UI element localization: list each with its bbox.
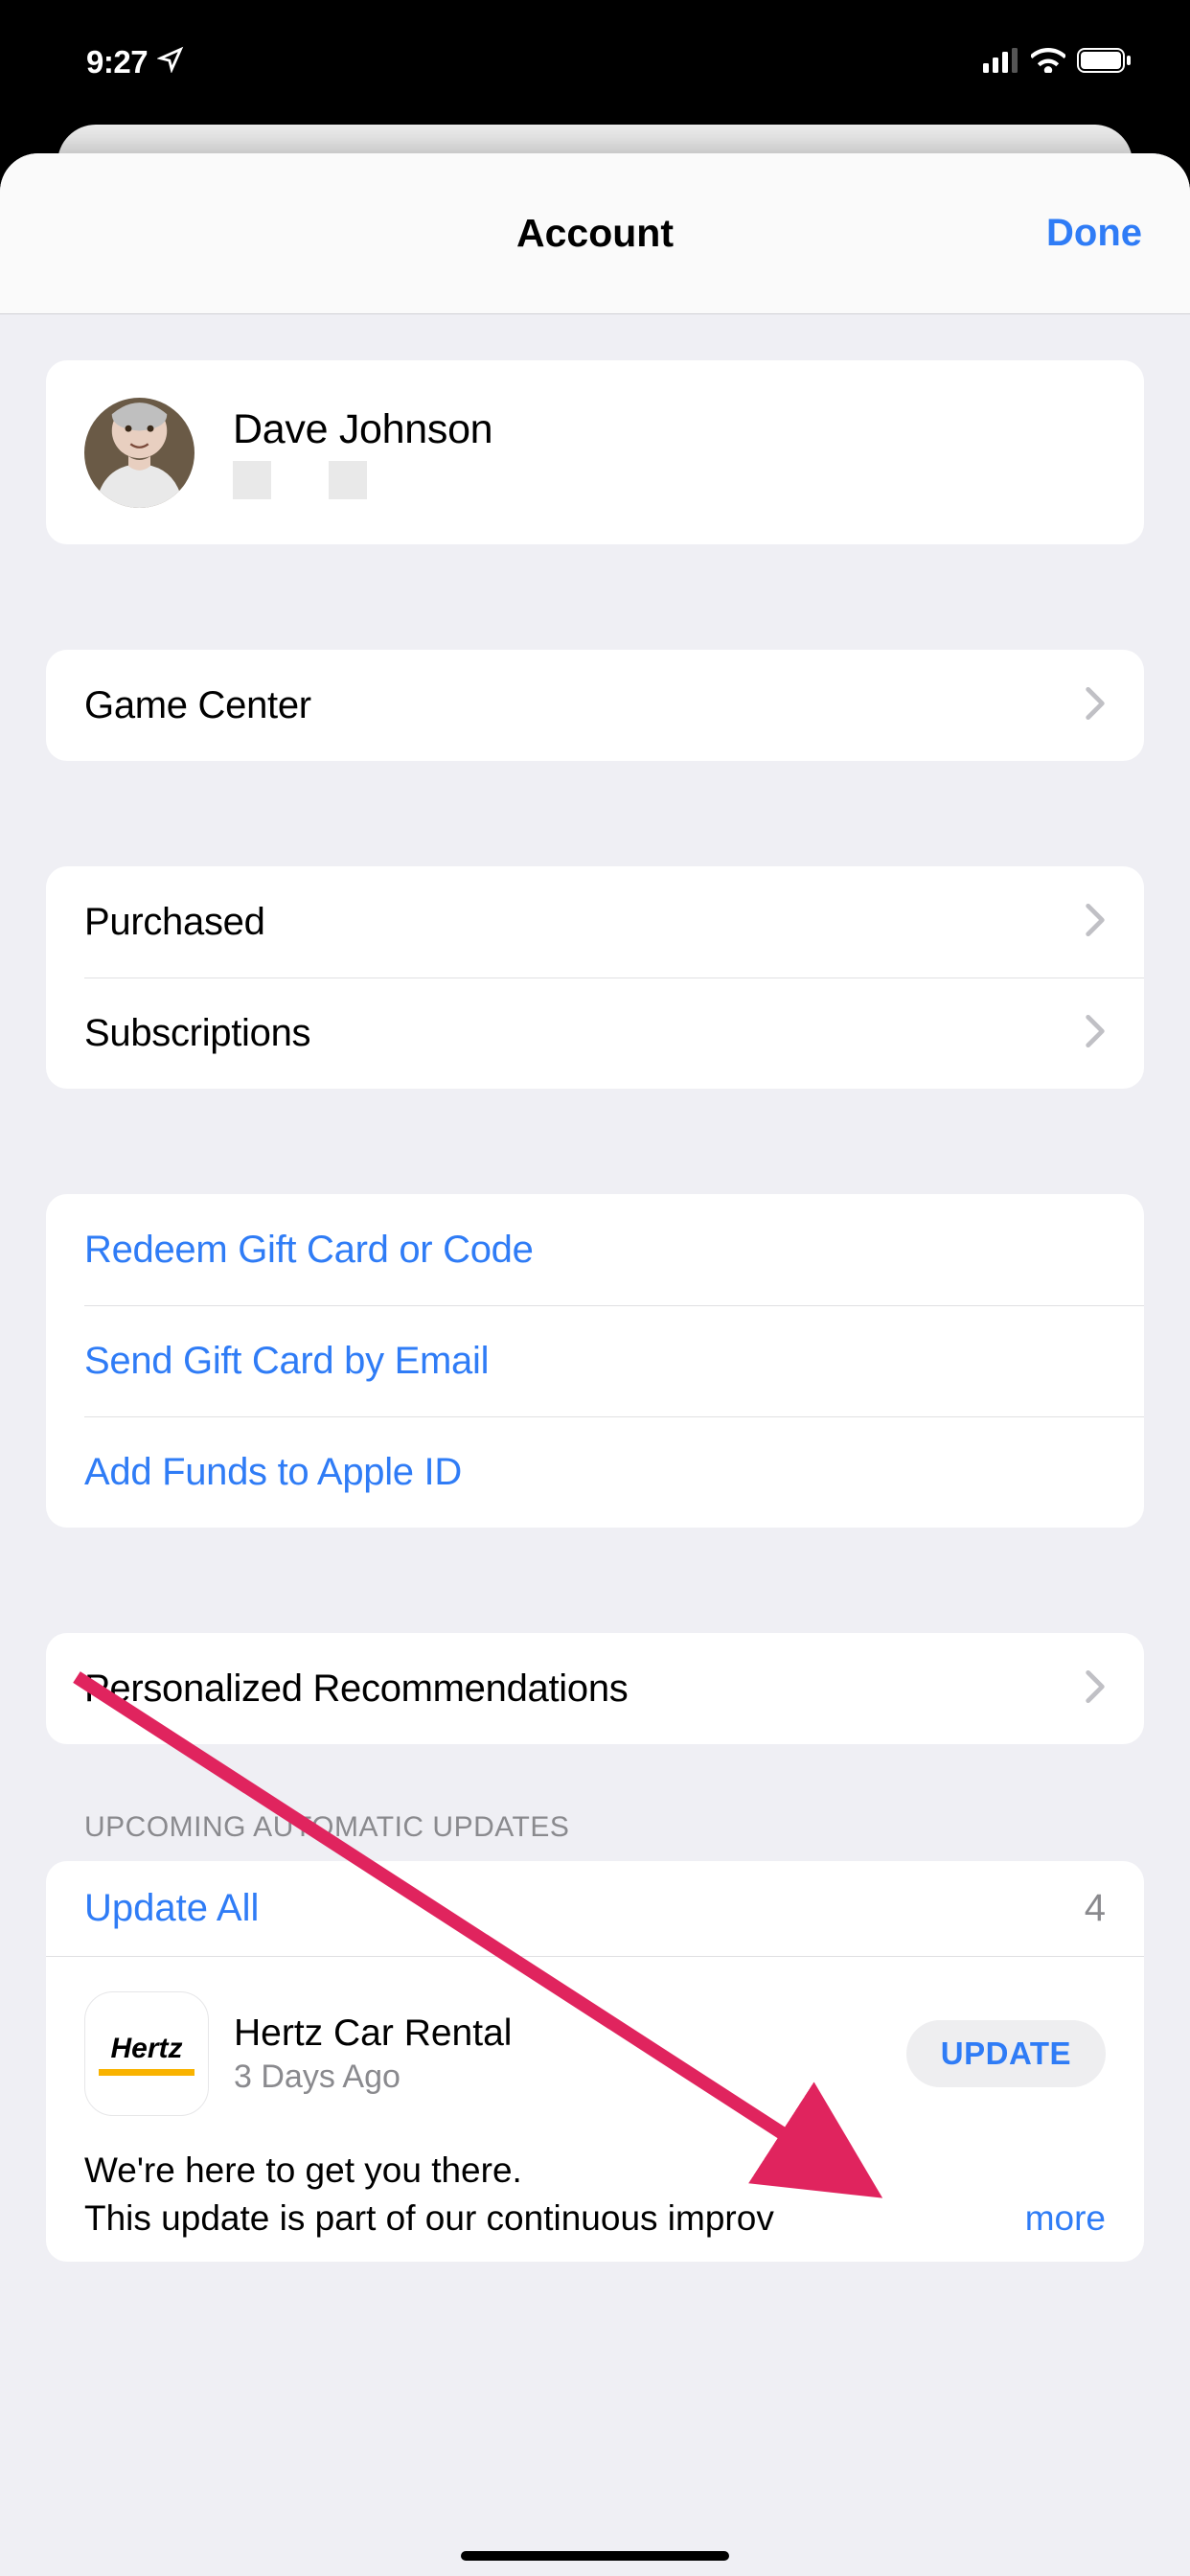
cell-label: Purchased: [84, 901, 265, 944]
profile-cell[interactable]: Dave Johnson: [46, 360, 1144, 544]
wifi-icon: [1031, 48, 1065, 78]
profile-group: Dave Johnson: [46, 360, 1144, 544]
cell-label: Send Gift Card by Email: [84, 1340, 489, 1383]
send-gift-cell[interactable]: Send Gift Card by Email: [46, 1305, 1144, 1416]
game-center-cell[interactable]: Game Center: [46, 650, 1144, 761]
update-header-row: Update All 4: [46, 1861, 1144, 1957]
home-indicator[interactable]: [461, 2551, 729, 2561]
update-meta: Hertz Car Rental 3 Days Ago: [234, 2012, 881, 2096]
account-sheet: Account Done: [0, 153, 1190, 2576]
navbar: Account Done: [0, 153, 1190, 314]
update-count: 4: [1085, 1887, 1106, 1930]
chevron-right-icon: [1085, 1013, 1106, 1054]
app-icon-text: Hertz: [110, 2033, 182, 2065]
update-all-button[interactable]: Update All: [84, 1887, 259, 1930]
cell-label: Game Center: [84, 684, 311, 727]
profile-sub-redacted: [233, 461, 492, 499]
chevron-right-icon: [1085, 902, 1106, 943]
app-icon-underline: [99, 2069, 195, 2076]
cell-label: Redeem Gift Card or Code: [84, 1229, 534, 1272]
avatar: [84, 398, 195, 508]
status-time-text: 9:27: [86, 44, 148, 80]
personalized-group: Personalized Recommendations: [46, 1633, 1144, 1744]
purchases-group: Purchased Subscriptions: [46, 866, 1144, 1089]
status-bar: 9:27: [0, 0, 1190, 125]
chevron-right-icon: [1085, 1668, 1106, 1710]
updates-section-header: UPCOMING AUTOMATIC UPDATES: [84, 1811, 1106, 1844]
redeem-cell[interactable]: Redeem Gift Card or Code: [46, 1194, 1144, 1305]
chevron-right-icon: [1085, 685, 1106, 726]
update-button[interactable]: UPDATE: [906, 2020, 1106, 2087]
add-funds-cell[interactable]: Add Funds to Apple ID: [46, 1416, 1144, 1528]
update-item[interactable]: Hertz Hertz Car Rental 3 Days Ago UPDATE: [46, 1957, 1144, 2126]
status-time: 9:27: [86, 44, 184, 80]
more-button[interactable]: more: [1014, 2195, 1106, 2242]
status-right: [983, 48, 1133, 78]
cell-label: Add Funds to Apple ID: [84, 1451, 462, 1494]
personalized-cell[interactable]: Personalized Recommendations: [46, 1633, 1144, 1744]
app-icon: Hertz: [84, 1991, 209, 2116]
cell-label: Personalized Recommendations: [84, 1668, 628, 1711]
subscriptions-cell[interactable]: Subscriptions: [46, 978, 1144, 1089]
gift-funds-group: Redeem Gift Card or Code Send Gift Card …: [46, 1194, 1144, 1528]
app-age: 3 Days Ago: [234, 2058, 881, 2096]
cellular-icon: [983, 48, 1019, 78]
done-button[interactable]: Done: [1046, 212, 1142, 255]
update-notes: We're here to get you there. This update…: [46, 2126, 1144, 2262]
game-center-group: Game Center: [46, 650, 1144, 761]
purchased-cell[interactable]: Purchased: [46, 866, 1144, 978]
location-icon: [157, 44, 184, 80]
page-title: Account: [0, 211, 1190, 256]
content-scroll[interactable]: Dave Johnson Game Center Purchased: [0, 314, 1190, 2576]
battery-icon: [1077, 48, 1133, 78]
notes-line2: This update is part of our continuous im…: [84, 2195, 1014, 2242]
notes-line1: We're here to get you there.: [84, 2147, 1106, 2195]
app-name: Hertz Car Rental: [234, 2012, 881, 2055]
profile-name: Dave Johnson: [233, 406, 492, 453]
updates-group: Update All 4 Hertz Hertz Car Rental 3 Da…: [46, 1861, 1144, 2262]
cell-label: Subscriptions: [84, 1012, 310, 1055]
